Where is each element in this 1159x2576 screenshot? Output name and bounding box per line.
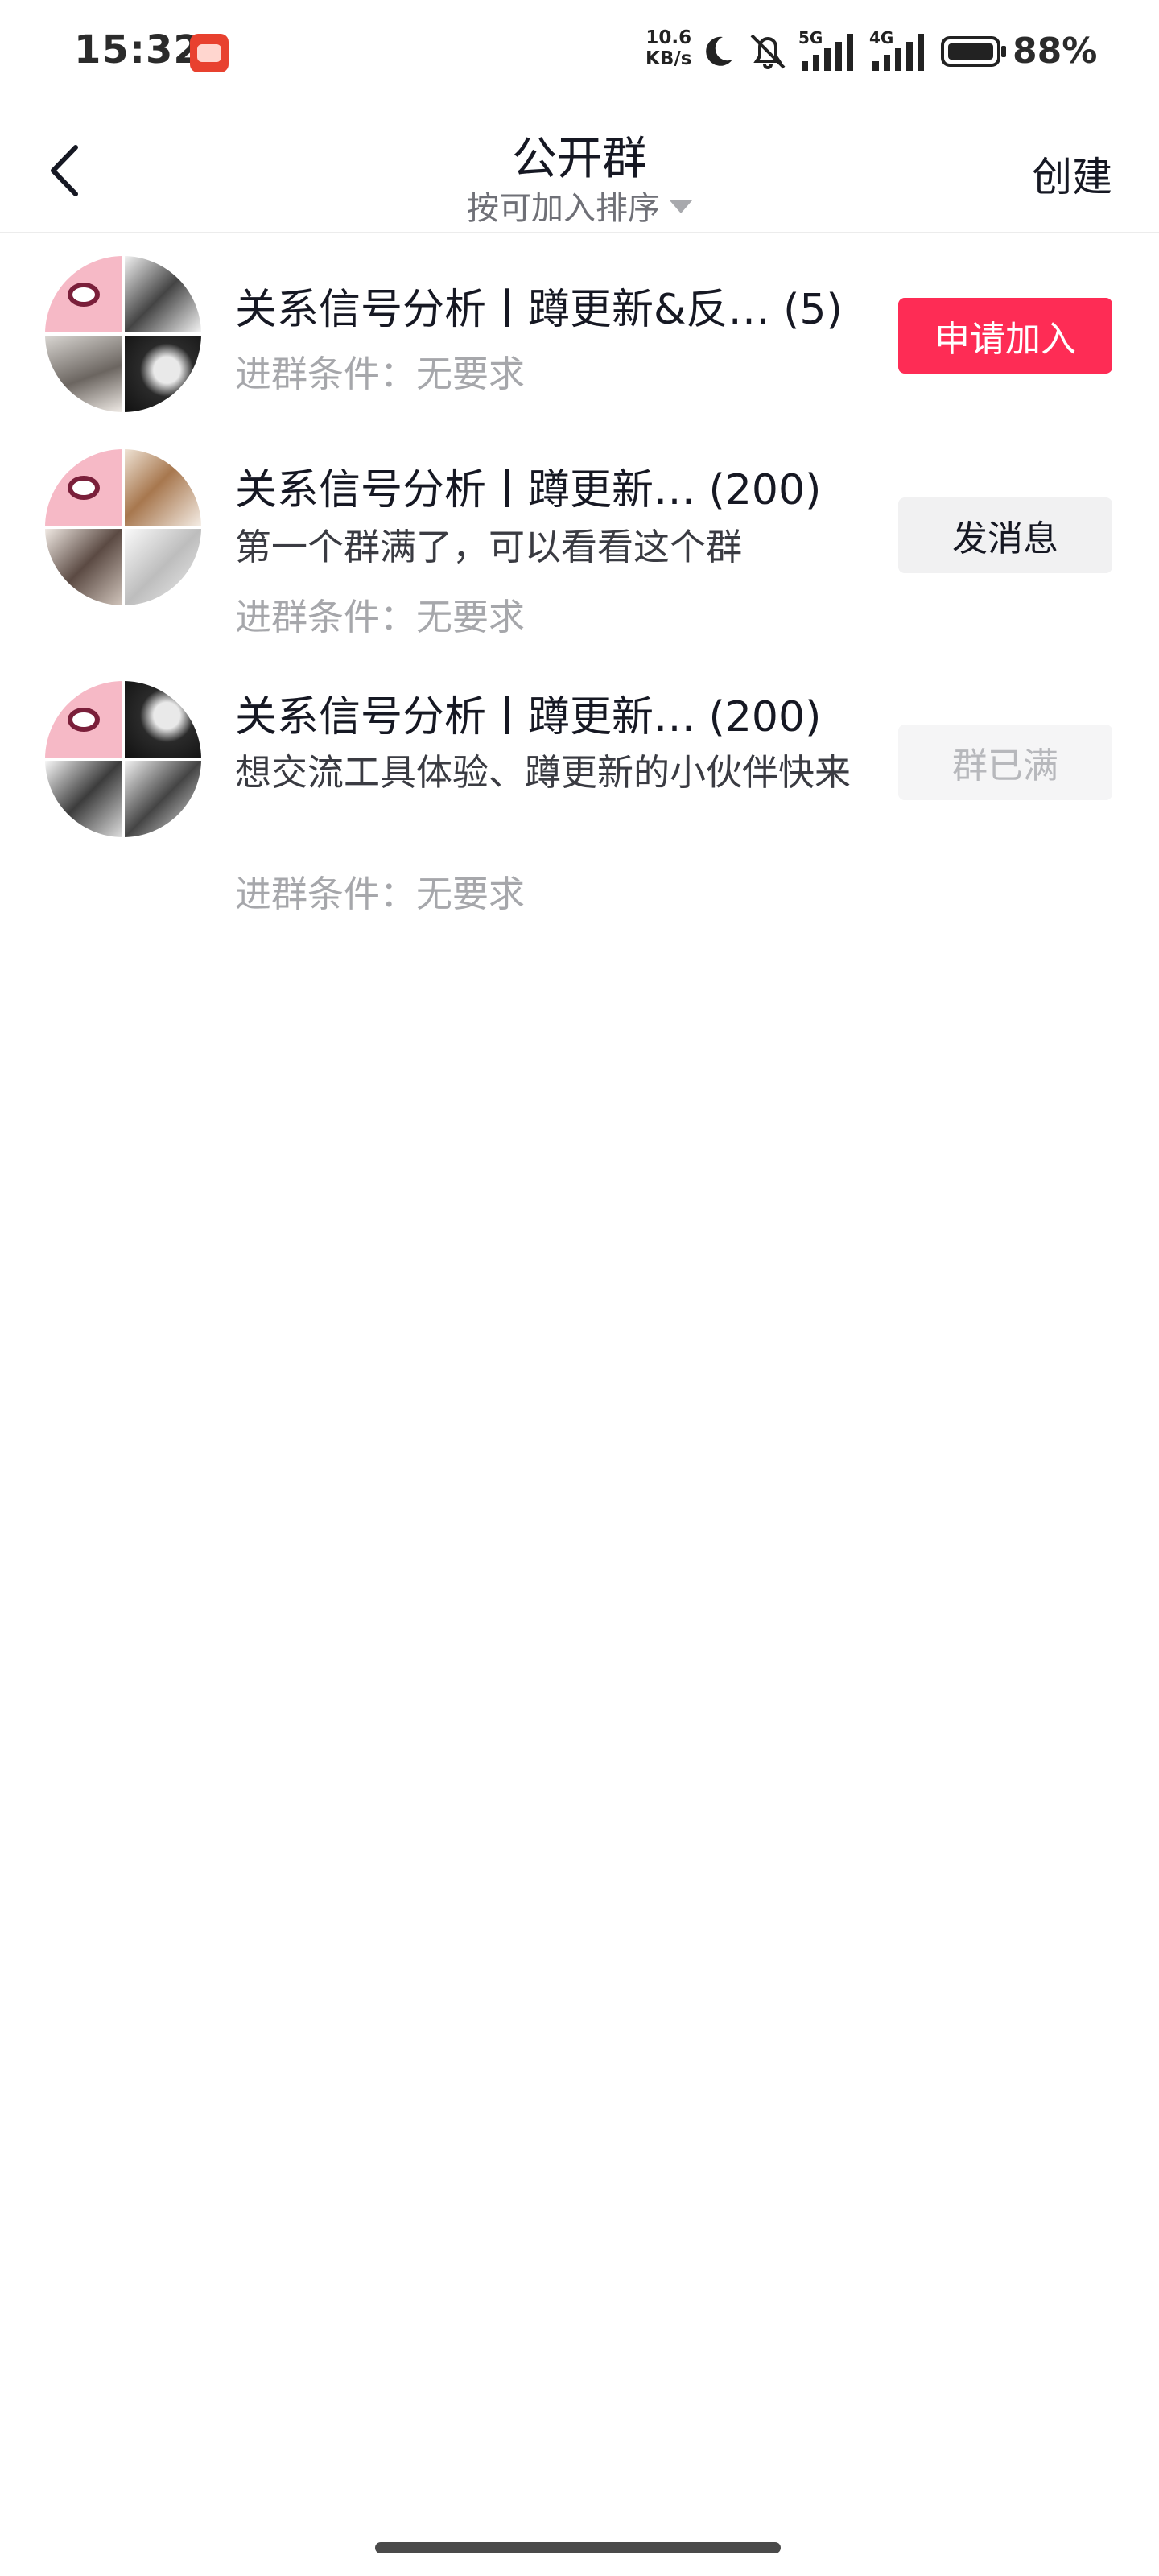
network-5g-label: 5G: [798, 29, 823, 47]
group-row[interactable]: 关系信号分析丨蹲更新… (200) 第一个群满了，可以看看这个群 进群条件：无要…: [0, 430, 1159, 660]
network-speed: 10.6 KB/s: [645, 27, 691, 69]
network-speed-value: 10.6: [645, 27, 692, 48]
group-list: 关系信号分析丨蹲更新&反… (5) 进群条件：无要求 申请加入 关系信号分析丨蹲…: [0, 233, 1159, 950]
network-speed-unit: KB/s: [645, 48, 692, 69]
group-condition: 进群条件：无要求: [235, 353, 526, 395]
battery-percent: 88%: [1013, 31, 1098, 72]
group-member-count: (5): [783, 286, 843, 334]
create-button[interactable]: 创建: [1032, 145, 1112, 203]
group-avatar: [45, 256, 201, 412]
page-title: 公开群: [512, 133, 647, 185]
status-bar: 15:32 10.6 KB/s 5G 4G 88%: [0, 0, 1159, 105]
signal-4g-icon: 4G: [869, 29, 932, 74]
group-title: 关系信号分析丨蹲更新… (200): [235, 456, 821, 516]
group-condition: 进群条件：无要求: [235, 596, 526, 638]
moon-icon: [699, 32, 737, 71]
group-row[interactable]: 关系信号分析丨蹲更新… (200) 想交流工具体验、蹲更新的小伙伴快来 进群条件…: [0, 660, 1159, 950]
group-condition: 进群条件：无要求: [235, 873, 526, 915]
sort-label: 按可加入排序: [467, 190, 660, 227]
signal-5g-icon: 5G: [798, 29, 861, 74]
network-4g-label: 4G: [869, 29, 893, 47]
send-message-button[interactable]: 发消息: [898, 497, 1112, 573]
group-member-count: (200): [708, 693, 822, 741]
group-full-button: 群已满: [898, 724, 1112, 800]
apply-join-button[interactable]: 申请加入: [898, 298, 1112, 374]
group-avatar: [45, 681, 201, 837]
group-row[interactable]: 关系信号分析丨蹲更新&反… (5) 进群条件：无要求 申请加入: [0, 233, 1159, 430]
group-description: 想交流工具体验、蹲更新的小伙伴快来: [235, 751, 852, 794]
group-name: 关系信号分析丨蹲更新…: [235, 693, 696, 741]
nav-bar: 公开群 按可加入排序 创建: [0, 105, 1159, 233]
status-icons: 5G 4G: [699, 29, 1016, 74]
group-title: 关系信号分析丨蹲更新… (200): [235, 683, 821, 743]
home-indicator[interactable]: [375, 2542, 781, 2553]
sort-dropdown-icon: [670, 200, 692, 213]
group-description: 第一个群满了，可以看看这个群: [235, 526, 743, 568]
battery-icon: [940, 34, 1008, 69]
group-name: 关系信号分析丨蹲更新…: [235, 466, 696, 514]
sort-dropdown[interactable]: 按可加入排序: [0, 182, 1159, 229]
group-title: 关系信号分析丨蹲更新&反… (5): [235, 275, 843, 336]
status-time: 15:32: [74, 27, 201, 72]
group-member-count: (200): [708, 466, 822, 514]
group-name: 关系信号分析丨蹲更新&反…: [235, 286, 770, 334]
mute-bell-icon: [745, 31, 790, 72]
group-avatar: [45, 449, 201, 605]
app-icon: [190, 34, 229, 72]
